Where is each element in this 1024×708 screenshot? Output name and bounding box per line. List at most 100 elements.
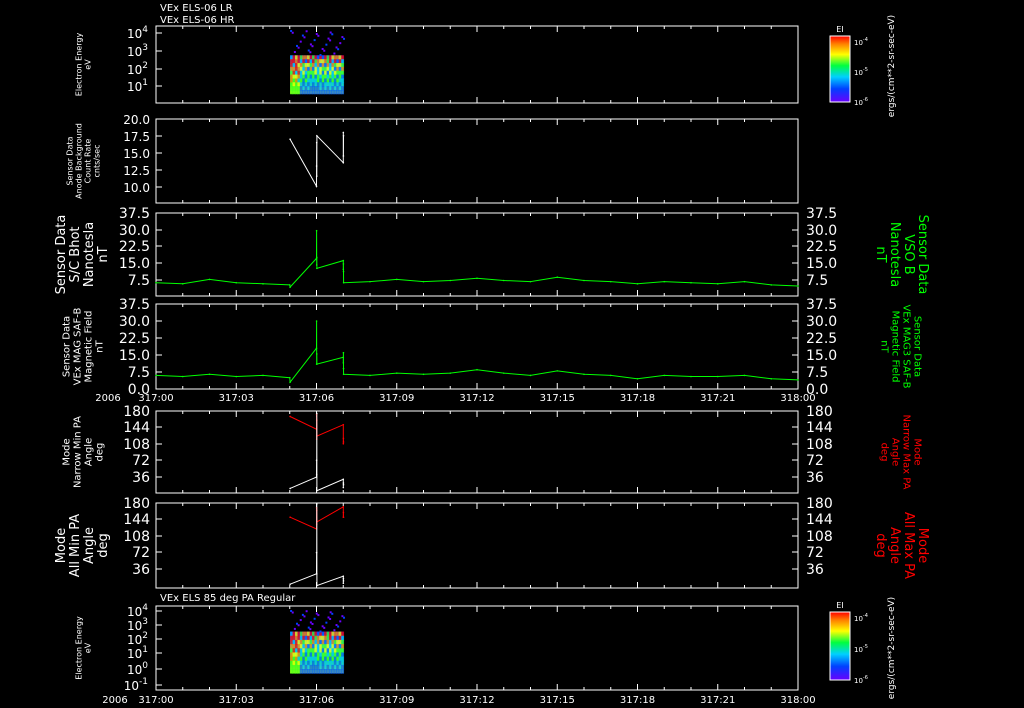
data-point [609, 280, 612, 283]
spectrogram-cell [341, 652, 345, 658]
data-point [422, 373, 425, 376]
spectrogram-noise [329, 39, 332, 42]
spectrogram-cell [341, 660, 345, 666]
x-tick-label: 317:21 [700, 393, 735, 404]
panel-frame [155, 25, 799, 104]
spectrogram-noise [333, 629, 336, 632]
data-point [289, 381, 291, 384]
y-axis-label: Angle [82, 527, 97, 564]
spectrogram-noise [293, 627, 296, 630]
panel-frame [155, 605, 799, 691]
y-tick-label: 20.0 [123, 113, 150, 127]
y-axis-label: VEx MAG SAF-B [73, 308, 84, 386]
year-label-bottom: 2006 [102, 695, 127, 706]
data-point [342, 575, 345, 577]
data-point [342, 505, 345, 508]
data-point [663, 374, 666, 377]
y-tick-label: 100 [127, 661, 148, 677]
y-tick-label: 36 [132, 470, 150, 486]
y-tick-label-right: 30.0 [806, 223, 837, 239]
right-axis-label: Mode [912, 438, 923, 465]
data-point [315, 459, 318, 462]
data-point [422, 280, 425, 283]
y-axis-label: Sensor Data [66, 136, 75, 185]
spectrogram-cell [341, 55, 345, 60]
data-point [288, 284, 291, 286]
data-point [262, 374, 264, 377]
data-point [342, 478, 345, 481]
data-point [315, 551, 318, 554]
y-axis-label: Mode [62, 438, 73, 465]
spectrogram-cell [341, 59, 345, 64]
spectrogram-noise [335, 46, 338, 49]
data-point [797, 379, 799, 381]
panel-3: 37.5 37.530.0 30.022.5 22.515.0 15.07.5 7.5Se… [54, 206, 930, 297]
y-tick-label-right: 15.0 [806, 256, 837, 272]
data-point [690, 375, 692, 378]
data-point [316, 135, 318, 137]
data-point [342, 155, 345, 157]
y-axis-label: Mode [54, 528, 69, 563]
spectrogram-noise [299, 619, 302, 622]
spectrogram-noise [307, 49, 310, 52]
right-axis-label: Magnetic Field [890, 310, 901, 382]
data-point [690, 281, 692, 284]
data-point [342, 351, 345, 354]
x-tick-label: 317:15 [540, 393, 575, 404]
x-tick-label-bottom: 317:03 [219, 695, 254, 706]
data-point [181, 283, 184, 285]
spectrogram-cell [341, 86, 345, 91]
y-tick-label: 15.0 [119, 256, 150, 272]
y-tick-label-right: 72 [806, 545, 824, 561]
y-tick-label: 144 [123, 420, 150, 436]
series-line-4-1 [155, 320, 799, 384]
y-axis-label: Magnetic Field [84, 310, 95, 382]
data-point [342, 441, 345, 443]
colorbar-tick-label: 10-5 [854, 644, 868, 654]
spectrogram-cell [341, 631, 345, 637]
data-point [583, 279, 585, 282]
data-point [342, 577, 345, 580]
spectrogram-1: EI 10-4 10-5 10-6 ergs/(cm**2-sr-sec-eV) [290, 15, 897, 117]
spectrogram-cell [341, 664, 345, 670]
y-tick-label: 10.0 [123, 181, 150, 195]
right-axis-label: Narrow Max PA [901, 415, 912, 490]
y-axis-label: Electron Energy [75, 33, 84, 97]
y-axis-label: Sensor Data [62, 316, 73, 377]
y-tick-label-right: 15.0 [806, 348, 837, 364]
y-axis-label: eV [84, 642, 93, 653]
y-tick-label: 72 [132, 453, 150, 469]
y-tick-label-right: 37.5 [806, 297, 837, 313]
spectrogram-cell [341, 70, 345, 76]
y-tick-label-right: 22.5 [806, 239, 837, 255]
y-tick-label: 15.0 [119, 348, 150, 364]
colorbar-tick-label: 10-4 [854, 613, 868, 623]
spectrogram-noise [290, 30, 293, 32]
spectrogram-noise [303, 615, 306, 618]
data-point [342, 482, 345, 484]
spectrogram-cell [341, 82, 345, 87]
colorbar-tick-label: 10-5 [854, 67, 868, 77]
spectrogram-noise [309, 628, 312, 631]
spectrogram-noise [343, 37, 346, 40]
x-tick-label-bottom: 317:15 [540, 695, 575, 706]
data-point [342, 362, 345, 364]
y-tick-label: 30.0 [119, 223, 150, 239]
data-point [636, 378, 639, 380]
spectrogram-noise [293, 51, 296, 54]
y-tick-label: 102 [127, 61, 148, 77]
spectrogram-noise [311, 45, 314, 48]
y-tick-label-right: 7.5 [806, 365, 828, 381]
y-axis-label: Narrow Min PA [73, 416, 84, 488]
data-point [342, 373, 345, 376]
x-tick-label: 317:12 [459, 393, 494, 404]
data-point [716, 283, 719, 285]
spectrogram-noise [327, 37, 330, 40]
y-tick-label-right: 144 [806, 420, 833, 436]
data-point [449, 372, 452, 374]
spectrogram-noise [325, 43, 328, 46]
data-point [369, 374, 371, 377]
right-axis-label: VSO B [901, 234, 916, 274]
y-tick-label: 72 [132, 545, 150, 561]
right-axis-label: Mode [915, 528, 930, 563]
